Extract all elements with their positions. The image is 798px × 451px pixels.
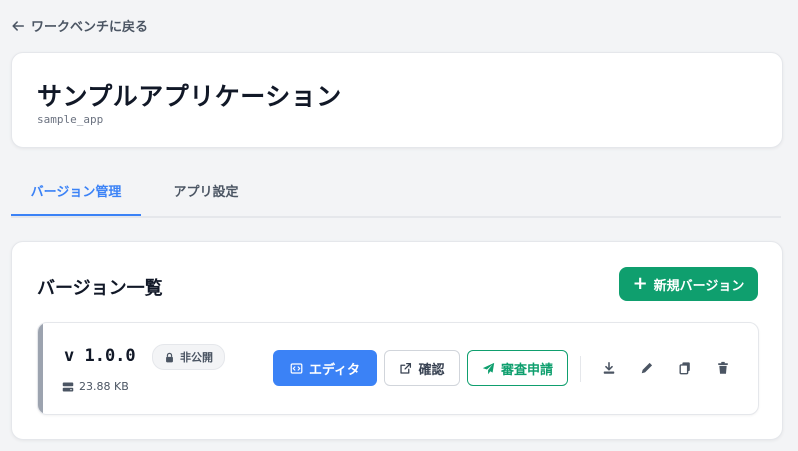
delete-button[interactable]	[712, 357, 734, 379]
version-row-accent	[38, 323, 43, 414]
submit-review-button[interactable]: 審査申請	[467, 350, 568, 386]
edit-button[interactable]	[636, 357, 658, 379]
trash-icon	[718, 361, 728, 374]
external-link-icon	[400, 362, 412, 374]
editor-button-label: エディタ	[308, 362, 361, 378]
file-size: 23.88 KB	[62, 380, 129, 393]
version-list-card: バージョン一覧 + 新規バージョン v 1.0.0 非公開 23.88 KB エ…	[11, 241, 783, 440]
code-icon	[290, 362, 303, 374]
new-version-button[interactable]: + 新規バージョン	[619, 267, 758, 301]
action-divider	[580, 356, 581, 382]
download-button[interactable]	[598, 357, 620, 379]
send-icon	[482, 362, 495, 374]
arrow-left-icon	[12, 20, 25, 31]
version-row: v 1.0.0 非公開 23.88 KB エディタ 確認 審査申請	[37, 322, 759, 415]
app-id: sample_app	[37, 113, 104, 126]
app-header-card: サンプルアプリケーション sample_app	[11, 52, 783, 148]
preview-button-label: 確認	[418, 362, 445, 378]
tab-app-settings[interactable]: アプリ設定	[156, 172, 256, 214]
pencil-icon	[641, 362, 653, 374]
back-link-label: ワークベンチに戻る	[31, 20, 149, 35]
preview-button[interactable]: 確認	[384, 350, 460, 386]
back-to-workbench-link[interactable]: ワークベンチに戻る	[11, 16, 148, 35]
submit-review-label: 審査申請	[500, 362, 553, 378]
duplicate-button[interactable]	[674, 357, 696, 379]
version-number: v 1.0.0	[64, 346, 136, 366]
lock-icon	[166, 352, 173, 362]
copy-icon	[679, 362, 690, 375]
page-title: サンプルアプリケーション	[37, 82, 342, 111]
tab-version-management[interactable]: バージョン管理	[11, 172, 141, 216]
version-list-title: バージョン一覧	[37, 278, 163, 299]
new-version-label: 新規バージョン	[653, 278, 745, 294]
editor-button[interactable]: エディタ	[273, 350, 377, 386]
plus-icon: +	[632, 273, 648, 294]
file-size-value: 23.88 KB	[79, 380, 129, 393]
status-badge: 非公開	[152, 344, 225, 370]
storage-icon	[62, 382, 74, 391]
download-icon	[603, 361, 615, 374]
status-label: 非公開	[180, 351, 213, 364]
tab-bar: バージョン管理 アプリ設定	[11, 172, 781, 218]
